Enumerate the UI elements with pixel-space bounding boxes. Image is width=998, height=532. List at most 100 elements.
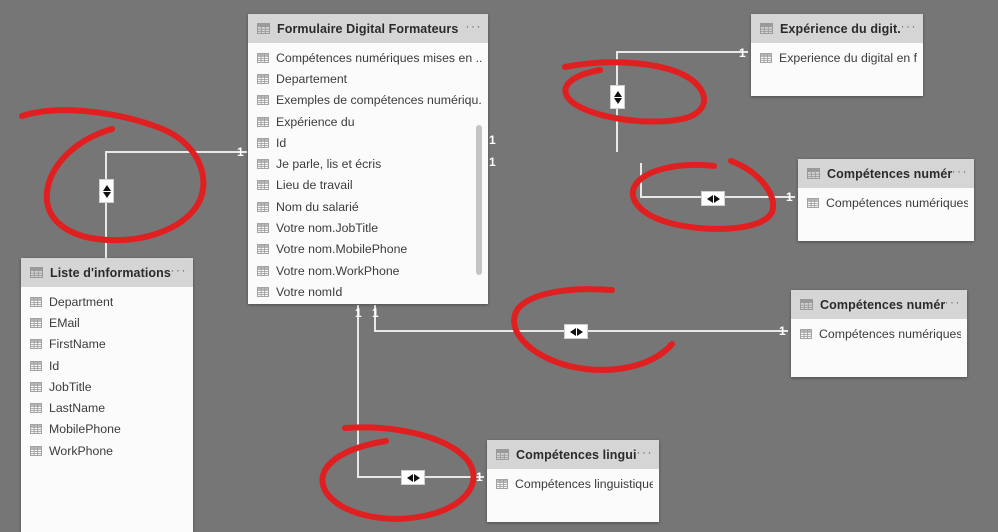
table-field-row[interactable]: Id [248,132,488,153]
table-field-row[interactable]: LastName [21,397,193,418]
table-field-list: Compétences linguistiques [487,469,659,500]
field-label: Id [49,358,60,373]
table-field-row[interactable]: Compétences numériques... [798,192,974,213]
table-field-row[interactable]: EMail [21,312,193,333]
table-more-options-icon[interactable]: ··· [901,20,918,35]
table-field-row[interactable]: Experience du digital en f... [751,47,923,68]
table-more-options-icon[interactable]: ··· [952,165,969,180]
field-label: Compétences linguistiques [515,476,653,491]
field-label: Votre nom.WorkPhone [276,263,400,278]
field-grid-icon [30,424,42,435]
table-grid-icon [807,168,820,179]
field-label: WorkPhone [49,443,114,458]
table-field-list: Experience du digital en f... [751,43,923,74]
field-grid-icon [257,116,269,127]
vertical-scrollbar[interactable] [476,125,482,275]
field-label: Votre nomId [276,284,343,299]
cardinality-label: 1 [355,306,362,320]
arrow-right-icon [713,194,720,203]
field-label: Lieu de travail [276,178,353,193]
field-label: MobilePhone [49,422,121,437]
table-field-row[interactable]: Compétences linguistiques [487,473,659,494]
table-field-row[interactable]: Lieu de travail [248,175,488,196]
field-grid-icon [257,137,269,148]
table-field-row[interactable]: Votre nom.WorkPhone [248,260,488,281]
field-label: EMail [49,315,80,330]
field-label: Exemples de compétences numériqu... [276,93,482,108]
ink-circle-4 [511,286,675,373]
field-grid-icon [496,478,508,489]
table-more-options-icon[interactable]: ··· [945,296,962,311]
table-field-row[interactable]: FirstName [21,334,193,355]
table-field-row[interactable]: MobilePhone [21,419,193,440]
table-grid-icon [30,267,43,278]
cross-filter-badge-horizontal[interactable] [401,470,425,485]
field-grid-icon [257,286,269,297]
cross-filter-badge-vertical[interactable] [610,85,625,109]
field-label: Compétences numériques mises en ... [276,50,482,65]
table-field-row[interactable]: Id [21,355,193,376]
field-label: JobTitle [49,379,92,394]
table-field-row[interactable]: Votre nom.JobTitle [248,217,488,238]
table-field-row[interactable]: Compétences numériques mises en ... [248,47,488,68]
table-card-liste-informations[interactable]: Liste d'informations ...··· Department EMa… [21,258,193,532]
ink-circle-1 [19,107,207,244]
cardinality-label: 1 [489,155,496,169]
relation-line-liste [105,151,247,258]
table-field-row[interactable]: JobTitle [21,376,193,397]
field-grid-icon [30,296,42,307]
ink-circle-2 [562,59,707,125]
table-field-row[interactable]: Votre nom.MobilePhone [248,239,488,260]
field-grid-icon [257,73,269,84]
table-field-row[interactable]: Je parle, lis et écris [248,153,488,174]
table-card-formulaire[interactable]: Formulaire Digital Formateurs ··· Compéten… [248,14,488,304]
table-field-list: Compétences numériques mises en ... Depar… [248,43,488,309]
table-more-options-icon[interactable]: ··· [171,264,188,279]
field-label: Votre nom.JobTitle [276,221,379,236]
cross-filter-badge-vertical[interactable] [99,179,114,203]
arrow-up-icon [613,90,622,97]
arrow-down-icon [102,191,111,198]
field-label: Experience du digital en f... [779,50,917,65]
field-grid-icon [800,328,812,339]
relation-line-experience [616,51,748,152]
table-field-row[interactable]: Votre nomId [248,281,488,302]
model-relationship-canvas[interactable]: 1 1 1 1 1 1 1 1 1 Formulaire Digital For… [0,0,998,532]
relation-line-linguistiques [357,305,484,478]
table-field-row[interactable]: Exemples de compétences numériqu... [248,90,488,111]
field-grid-icon [807,197,819,208]
table-title: Expérience du digit... [780,21,901,36]
arrow-left-icon [569,327,576,336]
table-header[interactable]: Expérience du digit... ··· [751,14,923,43]
field-label: Compétences numériques... [826,195,968,210]
table-field-row[interactable]: Nom du salarié [248,196,488,217]
field-grid-icon [257,265,269,276]
table-field-row[interactable]: Expérience du [248,111,488,132]
table-field-row[interactable]: Departement [248,68,488,89]
table-header[interactable]: Compétences numéri...··· [791,290,967,319]
table-more-options-icon[interactable]: ··· [466,20,483,35]
table-card-competences-linguistiques[interactable]: Compétences linguis...··· Compétences lin… [487,440,659,522]
arrow-up-icon [102,184,111,191]
cross-filter-badge-horizontal[interactable] [564,324,588,339]
table-field-row[interactable]: Compétences numériques ... [791,323,967,344]
table-grid-icon [496,449,509,460]
table-title: Formulaire Digital Formateurs [277,21,459,36]
cross-filter-badge-horizontal[interactable] [701,191,725,206]
table-card-experience-digital[interactable]: Expérience du digit... ··· Experience du d… [751,14,923,96]
ink-circle-5 [319,424,477,522]
table-card-competences-numeriques-1[interactable]: Compétences numér... ··· Compétences numér… [798,159,974,241]
table-field-row[interactable]: Department [21,291,193,312]
table-field-list: Compétences numériques ... [791,319,967,350]
table-field-list: Department EMail FirstName Id JobTitle LastNa… [21,287,193,467]
table-header[interactable]: Compétences linguis...··· [487,440,659,469]
table-header[interactable]: Compétences numér... ··· [798,159,974,188]
table-field-row[interactable]: WorkPhone [21,440,193,461]
field-label: FirstName [49,337,106,352]
table-header[interactable]: Formulaire Digital Formateurs ··· [248,14,488,43]
table-card-competences-numeriques-2[interactable]: Compétences numéri...··· Compétences numé… [791,290,967,377]
field-label: Votre nom.MobilePhone [276,242,408,257]
table-more-options-icon[interactable]: ··· [637,446,654,461]
table-header[interactable]: Liste d'informations ...··· [21,258,193,287]
field-grid-icon [760,52,772,63]
